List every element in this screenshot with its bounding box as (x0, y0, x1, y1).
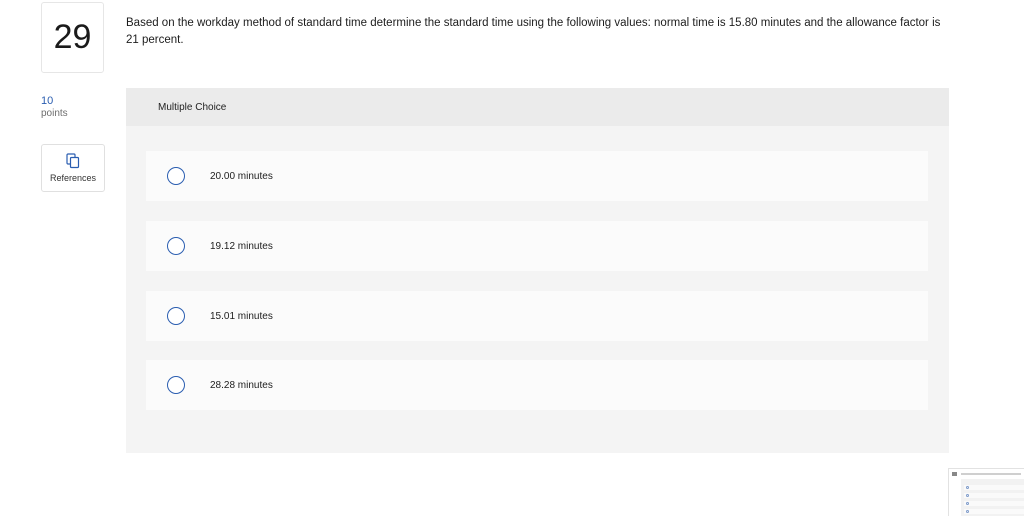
answer-option[interactable]: 19.12 minutes (146, 221, 928, 271)
references-label: References (49, 173, 97, 183)
points-info: 10 points (41, 95, 68, 119)
answer-type-header: Multiple Choice (126, 88, 949, 126)
radio-button[interactable] (167, 376, 185, 394)
answer-option-label: 20.00 minutes (210, 170, 273, 182)
question-number: 29 (41, 2, 104, 73)
thumbnail-option-mark (964, 501, 1024, 506)
copy-icon (66, 153, 80, 169)
answer-option-label: 15.01 minutes (210, 310, 273, 322)
thumbnail-option-mark (964, 509, 1024, 514)
thumbnail-radio-mark (966, 486, 969, 489)
radio-button[interactable] (167, 307, 185, 325)
points-label: points (41, 107, 68, 119)
points-value: 10 (41, 95, 54, 107)
answer-option[interactable]: 20.00 minutes (146, 151, 928, 201)
answer-option-label: 19.12 minutes (210, 240, 273, 252)
radio-button[interactable] (167, 167, 185, 185)
references-button[interactable]: References (41, 144, 105, 192)
thumbnail-number-mark (952, 472, 957, 476)
thumbnail-radio-mark (966, 502, 969, 505)
thumbnail-option-mark (964, 485, 1024, 490)
thumbnail-text-mark (961, 473, 1021, 475)
answer-option[interactable]: 28.28 minutes (146, 360, 928, 410)
thumbnail-radio-mark (966, 494, 969, 497)
question-page: 29 10 points References Based on the wor… (0, 0, 1024, 516)
answer-option[interactable]: 15.01 minutes (146, 291, 928, 341)
question-text: Based on the workday method of standard … (126, 17, 941, 46)
page-thumbnail (948, 468, 1024, 516)
thumbnail-radio-mark (966, 510, 969, 513)
answer-panel: Multiple Choice 20.00 minutes 19.12 minu… (126, 88, 949, 453)
thumbnail-option-mark (964, 493, 1024, 498)
radio-button[interactable] (167, 237, 185, 255)
answer-option-label: 28.28 minutes (210, 379, 273, 391)
